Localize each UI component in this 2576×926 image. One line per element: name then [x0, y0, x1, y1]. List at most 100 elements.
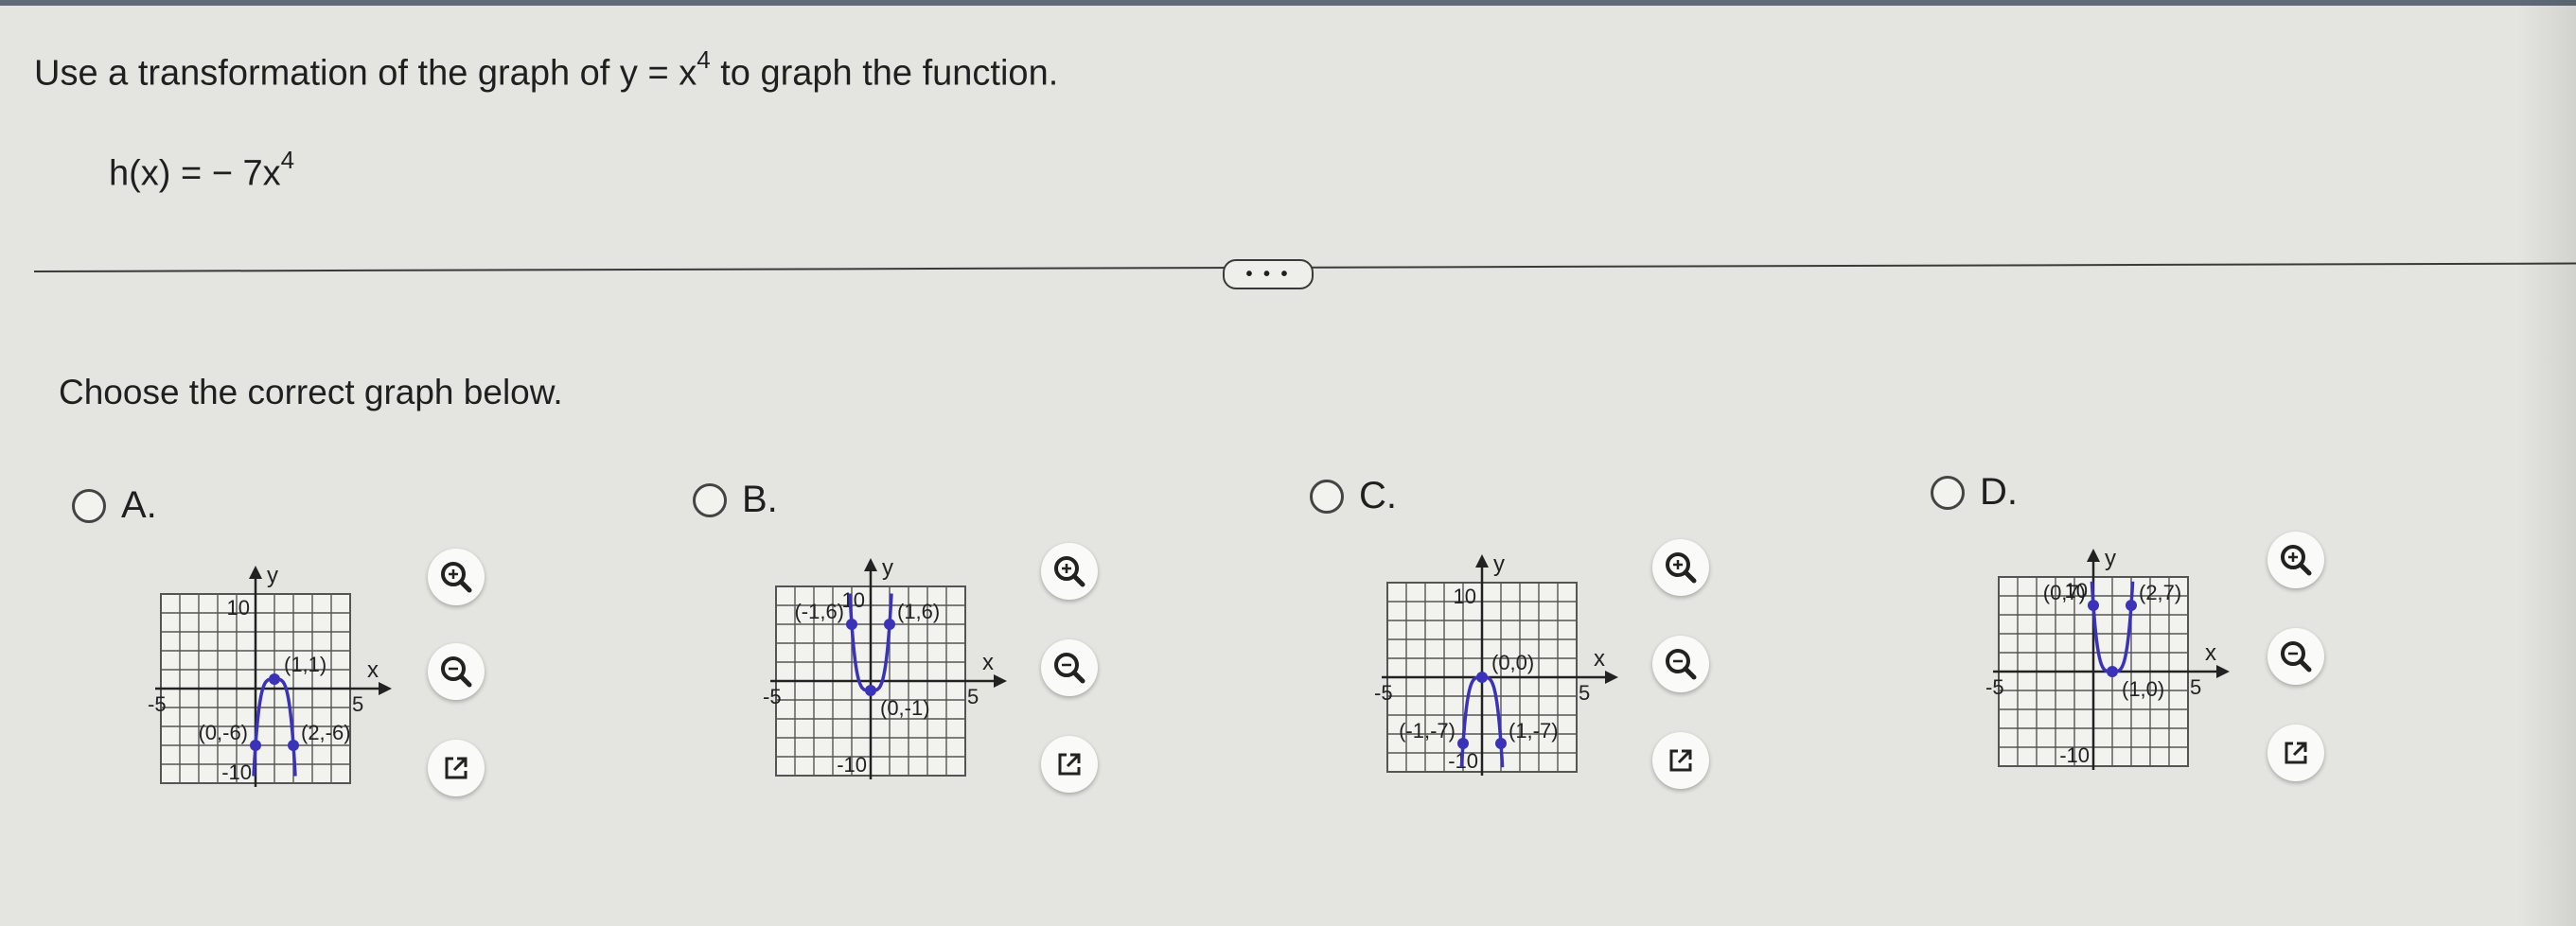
tick-x-positive: 5 — [352, 692, 363, 716]
top-bar — [0, 0, 2576, 6]
option-d-zoom-in-button[interactable] — [2267, 532, 2324, 588]
y-axis-label: y — [267, 563, 278, 588]
y-axis-arrow — [2087, 549, 2100, 562]
tick-y-positive: 10 — [842, 588, 865, 612]
tick-x-positive: 5 — [1579, 681, 1590, 705]
option-a-graph: y x 10 -10 -5 5 (1,1) (0,-6) (2,-6) — [148, 563, 392, 787]
point-label: (2,7) — [2139, 581, 2181, 604]
y-axis-label: y — [2105, 546, 2116, 571]
function-exponent: 4 — [280, 146, 295, 174]
tick-x-positive: 5 — [2190, 675, 2201, 699]
graph-point — [2088, 600, 2099, 611]
y-axis-arrow — [864, 558, 877, 571]
expand-more-button[interactable]: • • • — [1223, 259, 1314, 289]
option-d-radio[interactable] — [1931, 475, 1965, 510]
external-link-icon — [2285, 742, 2307, 764]
question-text: Use a transformation of the graph of y =… — [34, 45, 1059, 95]
graph-point — [846, 619, 857, 630]
option-c-radio[interactable] — [1310, 479, 1344, 514]
option-a-open-button[interactable] — [428, 740, 485, 796]
option-c-open-button[interactable] — [1652, 732, 1709, 789]
x-axis-label: x — [2205, 640, 2216, 666]
option-c-label: C. — [1359, 475, 1397, 516]
option-d-label: D. — [1980, 471, 2018, 513]
option-a-zoom-out-button[interactable] — [428, 643, 485, 700]
y-axis-arrow — [249, 566, 262, 579]
point-label: (1,-7) — [1509, 719, 1559, 743]
y-axis-label: y — [1493, 551, 1505, 577]
option-a-zoom-in-button[interactable] — [428, 549, 485, 605]
zoom-out-icon — [1666, 649, 1697, 680]
zoom-out-icon — [441, 656, 472, 688]
question-exponent: 4 — [697, 45, 711, 74]
y-axis-arrow — [1475, 554, 1489, 568]
y-axis-label: y — [882, 555, 893, 581]
tick-x-negative: -5 — [763, 685, 782, 708]
tick-y-positive: 10 — [1454, 585, 1476, 608]
option-d[interactable]: D. — [1931, 471, 2018, 514]
zoom-in-icon — [1666, 552, 1697, 584]
graph-point — [269, 673, 280, 685]
option-b-open-button[interactable] — [1041, 736, 1098, 793]
option-b-graph: y x 10 -10 -5 5 (-1,6) (1,6) (0,-1) — [763, 555, 1007, 779]
point-label: (0,0) — [1491, 651, 1534, 674]
function-text: h(x) = − 7x — [109, 153, 281, 194]
zoom-out-icon — [2281, 641, 2312, 673]
option-b-zoom-in-button[interactable] — [1041, 543, 1098, 600]
zoom-in-icon — [1054, 556, 1085, 587]
tick-y-negative: -10 — [837, 753, 867, 777]
option-c-graph: yx10-10-5 5(0,0)(-1,-7) (1,-7) — [1374, 551, 1618, 776]
graph-point — [1476, 672, 1488, 683]
option-d-zoom-out-button[interactable] — [2267, 628, 2324, 685]
graph-point — [884, 619, 895, 630]
graph-point — [2107, 666, 2118, 677]
graph-point — [865, 685, 876, 696]
point-label: (0,-1) — [880, 696, 930, 720]
option-a-radio[interactable] — [72, 488, 106, 523]
option-b-radio[interactable] — [693, 482, 727, 517]
tick-x-negative: -5 — [148, 692, 167, 716]
tick-x-negative: -5 — [1985, 675, 2004, 699]
tick-y-positive: 10 — [227, 596, 250, 620]
option-d-graph: yx10-10-5 5(0,7) (2,7)(1,0) — [1985, 546, 2230, 770]
question-text-end: to graph the function. — [710, 53, 1059, 94]
point-label: (1,1) — [284, 653, 326, 676]
option-b[interactable]: B. — [693, 479, 778, 521]
zoom-out-icon — [1054, 653, 1085, 684]
graph-point — [1495, 738, 1507, 749]
function-expression: h(x) = − 7x4 — [109, 146, 295, 195]
option-c-zoom-out-button[interactable] — [1652, 636, 1709, 692]
graph-point — [288, 740, 299, 751]
option-a[interactable]: A. — [72, 484, 157, 527]
tick-x-positive: 5 — [967, 685, 979, 708]
external-link-icon — [1669, 749, 1692, 772]
x-axis-arrow — [994, 674, 1007, 688]
external-link-icon — [1058, 753, 1081, 776]
x-axis-arrow — [2216, 665, 2230, 678]
zoom-in-icon — [2281, 545, 2312, 576]
tick-x-negative: -5 — [1374, 681, 1393, 705]
tick-y-negative: -10 — [2059, 743, 2090, 767]
tick-y-negative: -10 — [221, 760, 252, 784]
x-axis-label: x — [1594, 646, 1605, 672]
option-a-label: A. — [121, 484, 157, 526]
option-b-label: B. — [742, 479, 778, 520]
point-label: (1,0) — [2122, 677, 2164, 701]
x-axis-arrow — [1605, 671, 1618, 684]
point-label: (2,-6) — [301, 721, 351, 744]
graph-point — [250, 740, 261, 751]
x-axis-arrow — [379, 682, 392, 695]
question-text-main: Use a transformation of the graph of y =… — [34, 53, 697, 94]
point-label: (-1,6) — [794, 600, 844, 623]
option-c[interactable]: C. — [1310, 475, 1397, 517]
point-label: (1,6) — [897, 600, 940, 623]
zoom-in-icon — [441, 562, 472, 593]
choose-prompt: Choose the correct graph below. — [59, 373, 563, 411]
point-label: (-1,-7) — [1399, 719, 1456, 743]
option-b-zoom-out-button[interactable] — [1041, 639, 1098, 696]
x-axis-label: x — [367, 657, 379, 683]
option-d-open-button[interactable] — [2267, 725, 2324, 781]
option-c-zoom-in-button[interactable] — [1652, 539, 1709, 596]
graph-point — [1457, 738, 1469, 749]
external-link-icon — [445, 757, 468, 779]
